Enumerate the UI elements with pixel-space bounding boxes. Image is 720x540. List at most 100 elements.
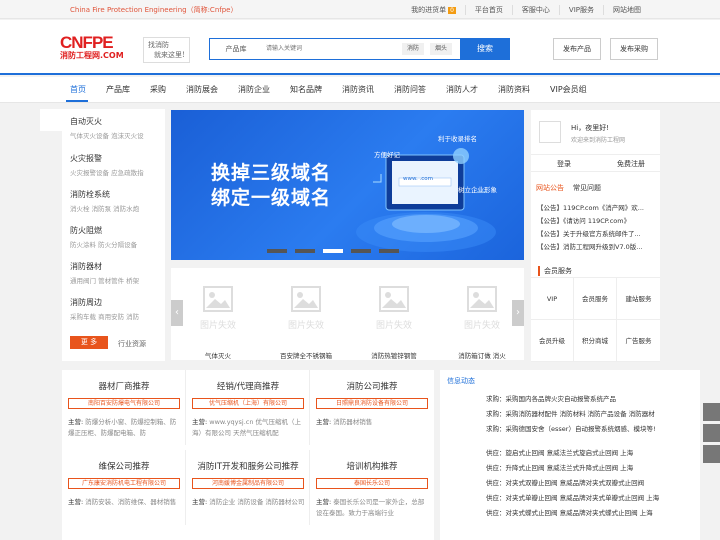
banner-dot-5[interactable] <box>379 249 399 253</box>
info-item[interactable]: 求购：采购国内各品牌火灾自动报警系统产品 <box>486 393 696 408</box>
float-tab-2[interactable] <box>703 424 720 442</box>
main-nav: 首页 产品库 采购 消防展会 消防企业 知名品牌 消防资讯 消防问答 消防人才 … <box>0 77 720 103</box>
info-item[interactable]: 供应：对夹式双瓣止回阀 意威品牌对夹式双瓣式止回阀 <box>486 477 696 492</box>
nav-materials[interactable]: 消防资料 <box>498 84 530 95</box>
banner-tag-seo: 利于收录排名 <box>438 135 477 143</box>
slogan-line-1: 找消防 <box>148 41 169 49</box>
register-link[interactable]: 免费注册 <box>617 159 645 169</box>
service-website[interactable]: 建站服务 <box>617 278 660 320</box>
site-logo[interactable]: CNFPE 消防工程网.COM <box>60 33 136 63</box>
product-card[interactable]: 图片失效 消防热镀锌钢管 <box>351 272 437 360</box>
notice-tabs: 网站公告 常见问题 <box>531 181 660 195</box>
user-sidebar: Hi，夜里好! 欢迎来到消防工程网 登录 免费注册 网站公告 常见问题 【公告】… <box>531 110 660 362</box>
image-placeholder: 图片失效 <box>361 286 427 348</box>
recommendations: 器材厂商推荐 南阳百安防爆电气有限公司 主营: 防爆分析小窗、防爆控制箱、防爆正… <box>62 370 434 540</box>
nav-companies[interactable]: 消防企业 <box>238 84 270 95</box>
link-service-center[interactable]: 客服中心 <box>511 5 559 15</box>
publish-purchase-button[interactable]: 发布采购 <box>610 38 658 60</box>
reco-company-link[interactable]: 南阳百安防爆电气有限公司 <box>68 398 180 409</box>
info-item[interactable]: 供应：升降式止回阀 意威法兰式升降式止回阀 上海 <box>486 462 696 477</box>
banner-pagination <box>267 249 407 253</box>
info-item[interactable]: 求购：采购德国安舍（esser）自动报警系统烟感、模块等! <box>486 423 696 438</box>
tab-site-notice[interactable]: 网站公告 <box>536 183 564 193</box>
promo-banner[interactable]: 换掉三级域名 绑定一级域名 方便好记 利于收录排名 树立企业形象 www. .c… <box>171 110 524 260</box>
nav-qa[interactable]: 消防问答 <box>394 84 426 95</box>
industry-resources-link[interactable]: 行业资源 <box>118 339 146 349</box>
search-tag-xiaofang[interactable]: 消防 <box>402 43 425 55</box>
notice-item[interactable]: 【公告】119CP.com《消产网》欢... <box>537 202 657 215</box>
category-fire-equipment[interactable]: 消防器材 通用阀门 管材管件 桥架 <box>70 261 139 285</box>
search-button[interactable]: 搜索 <box>460 38 510 60</box>
reco-description: 主营: 消防器材销售 <box>316 418 373 426</box>
service-upgrade[interactable]: 会员升级 <box>531 320 574 362</box>
category-more-button[interactable]: 更 多 <box>70 336 108 349</box>
nav-purchase[interactable]: 采购 <box>150 84 166 95</box>
service-member[interactable]: 会员服务 <box>574 278 617 320</box>
float-tab-1[interactable] <box>703 403 720 421</box>
product-card[interactable]: 图片失效 气体灭火 <box>175 272 261 360</box>
reco-company-link[interactable]: 广东康安消防机电工程有限公司 <box>68 478 180 489</box>
info-item[interactable]: 供应：对夹式蝶式止回阀 意威品牌对夹式蝶式止回阀 上海 <box>486 507 696 522</box>
info-list: 求购：采购国内各品牌火灾自动报警系统产品 求购：采购消防器材配件 消防材料 消防… <box>486 393 696 522</box>
service-points-mall[interactable]: 积分商城 <box>574 320 617 362</box>
reco-company-link[interactable]: 日照鼎良消防设备有限公司 <box>316 398 428 409</box>
info-item[interactable]: 供应：旋启式止回阀 意威法兰式旋启式止回阀 上海 <box>486 447 696 462</box>
nav-news[interactable]: 消防资讯 <box>342 84 374 95</box>
login-row: 登录 免费注册 <box>531 154 660 172</box>
notice-item[interactable]: 【公告】关于升级官方系统邮件了... <box>537 228 657 241</box>
slider-prev-button[interactable]: ‹ <box>171 300 183 326</box>
search-input[interactable] <box>266 39 396 59</box>
nav-exhibitions[interactable]: 消防展会 <box>186 84 218 95</box>
reco-company-link[interactable]: 河南媛博金属制品有限公司 <box>192 478 304 489</box>
notice-item[interactable]: 【公告】《请访问 119CP.com》 <box>537 215 657 228</box>
link-my-cart[interactable]: 我的进货单 0 <box>402 5 465 15</box>
nav-talent[interactable]: 消防人才 <box>446 84 478 95</box>
category-hydrant-system[interactable]: 消防栓系统 消火栓 消防泵 消防水炮 <box>70 189 139 213</box>
tab-faq[interactable]: 常见问题 <box>573 183 601 193</box>
float-tab-3[interactable] <box>703 445 720 463</box>
reco-description: 主营: 泰国长乐公司是一家外企，总部设在泰国。致力于高端行业 <box>316 498 425 517</box>
nav-brands[interactable]: 知名品牌 <box>290 84 322 95</box>
site-slogan: China Fire Protection Engineering（简称:Cnf… <box>70 6 238 14</box>
search-tag-yantou[interactable]: 烟头 <box>430 43 453 55</box>
broken-image-icon <box>203 286 233 312</box>
banner-dot-4[interactable] <box>351 249 371 253</box>
nav-home[interactable]: 首页 <box>70 84 86 95</box>
banner-dot-3[interactable] <box>323 249 343 253</box>
login-link[interactable]: 登录 <box>557 159 571 169</box>
publish-product-button[interactable]: 发布产品 <box>553 38 601 60</box>
reco-company-link[interactable]: 泰国长乐公司 <box>316 478 428 489</box>
link-home[interactable]: 平台首页 <box>464 5 512 15</box>
banner-tag-brand: 树立企业形象 <box>458 186 497 194</box>
info-item[interactable]: 供应：对夹式单瓣止回阀 意威品牌对夹式单瓣式止回阀 上海 <box>486 492 696 507</box>
user-greeting: Hi，夜里好! <box>571 124 610 132</box>
category-fire-retardant[interactable]: 防火阻燃 防火涂料 防火分隔设备 <box>70 225 137 249</box>
reco-company-link[interactable]: 优气压缩机（上海）有限公司 <box>192 398 304 409</box>
nav-products[interactable]: 产品库 <box>106 84 130 95</box>
category-fire-periphery[interactable]: 消防周边 采购车载 商用安防 消防 <box>70 297 139 321</box>
service-vip[interactable]: VIP <box>531 278 574 320</box>
product-card[interactable]: 图片失效 百安牌全不锈钢箱 <box>263 272 349 360</box>
logo-text: CNFPE <box>60 33 114 52</box>
logo-subtext: 消防工程网.COM <box>60 51 124 60</box>
image-placeholder: 图片失效 <box>273 286 339 348</box>
category-auto-extinguish[interactable]: 自动灭火 气体灭火设备 泡沫灭火设 <box>70 116 144 140</box>
service-advertising[interactable]: 广告服务 <box>617 320 660 362</box>
info-item[interactable]: 求购：采购消防器材配件 消防材料 消防产品设备 消防器材 <box>486 408 696 423</box>
reco-it-services: 消防IT开发和服务公司推荐 河南媛博金属制品有限公司 主营: 消防企业 消防设备… <box>186 450 310 525</box>
search-category-select[interactable]: 产品库 <box>210 39 262 59</box>
slogan-line-2: 就来这里! <box>154 51 185 59</box>
link-sitemap[interactable]: 网站地图 <box>603 5 650 15</box>
banner-dot-1[interactable] <box>267 249 287 253</box>
banner-headline-1: 换掉三级域名 <box>211 162 332 184</box>
chevron-left-icon: ‹ <box>175 307 179 318</box>
nav-vip[interactable]: VIP会员组 <box>550 84 587 95</box>
slider-next-button[interactable]: › <box>512 300 524 326</box>
notice-item[interactable]: 【公告】消防工程网升级到V7.0版... <box>537 241 657 254</box>
product-slider: 图片失效 气体灭火 图片失效 百安牌全不锈钢箱 图片失效 消防热镀锌钢管 图片失… <box>171 268 524 360</box>
info-feed-title: 信息动态 <box>447 377 475 385</box>
link-vip-service[interactable]: VIP服务 <box>558 5 603 15</box>
banner-dot-2[interactable] <box>295 249 315 253</box>
category-fire-alarm[interactable]: 火灾报警 火灾报警设备 应急疏散指 <box>70 153 144 177</box>
reco-description: 主营: 消防企业 消防设备 消防器材公司 <box>192 498 305 506</box>
